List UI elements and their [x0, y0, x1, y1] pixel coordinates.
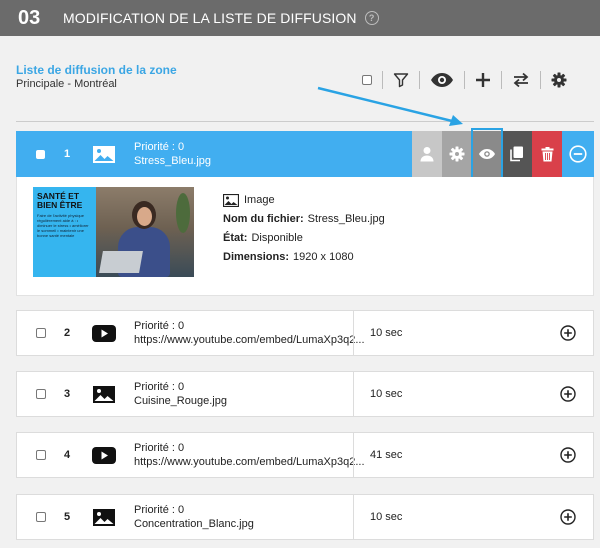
toolbar-divider [382, 71, 383, 89]
item-duration: 10 sec [353, 311, 402, 355]
item-number: 5 [64, 511, 71, 523]
item-actions [412, 128, 594, 179]
video-icon [92, 323, 118, 343]
plus-circle-icon[interactable] [560, 509, 576, 525]
plus-circle-icon[interactable] [560, 447, 576, 463]
item-number: 4 [64, 449, 71, 461]
image-icon [92, 144, 118, 164]
item-name: Stress_Bleu.jpg [134, 155, 212, 167]
toolbar-divider [540, 71, 541, 89]
thumbnail-title: BIEN ÊTRE [37, 200, 83, 210]
user-icon[interactable] [412, 131, 442, 177]
plus-icon[interactable] [475, 66, 491, 94]
video-icon [92, 445, 118, 465]
photo-laptop [99, 251, 143, 273]
item-text: Priorité : 0 https://www.youtube.com/emb… [134, 441, 365, 469]
thumbnail-banner: SANTÉ ET BIEN ÊTRE Faire de l'activité ph… [33, 187, 96, 277]
filename-value: Stress_Bleu.jpg [307, 213, 385, 225]
step-number: 03 [18, 6, 41, 29]
item-duration: 10 sec [353, 495, 402, 539]
list-toolbar [362, 66, 567, 94]
item-text: Priorité : 0 Stress_Bleu.jpg [134, 140, 211, 168]
image-icon [92, 384, 118, 404]
thumbnail-text: Faire de l'activité physique régulièreme… [37, 213, 89, 238]
meta-state: État: Disponible [223, 229, 385, 248]
gear-icon[interactable] [442, 131, 472, 177]
meta-filename: Nom du fichier: Stress_Bleu.jpg [223, 210, 385, 229]
select-all-checkbox[interactable] [362, 66, 372, 94]
zone-title: Liste de diffusion de la zone [16, 63, 177, 77]
list-item-active[interactable]: 1 Priorité : 0 Stress_Bleu.jpg [16, 128, 594, 179]
list-item[interactable]: 5 Priorité : 0 Concentration_Blanc.jpg 1… [16, 494, 594, 540]
filename-label: Nom du fichier: [223, 213, 304, 225]
question-circle-icon[interactable]: ? [364, 11, 379, 25]
gear-icon[interactable] [551, 66, 567, 94]
plus-circle-icon[interactable] [560, 325, 576, 341]
media-type-label: Image [244, 194, 275, 206]
thumbnail-photo [96, 187, 194, 277]
item-text: Priorité : 0 https://www.youtube.com/emb… [134, 319, 365, 347]
state-value: Disponible [251, 232, 303, 244]
photo-person [137, 207, 152, 226]
item-checkbox[interactable] [36, 512, 46, 522]
toolbar-divider [501, 71, 502, 89]
zone-subtitle: Principale - Montréal [16, 78, 117, 90]
meta-dimensions: Dimensions: 1920 x 1080 [223, 248, 385, 267]
toolbar-divider [464, 71, 465, 89]
item-name: Concentration_Blanc.jpg [134, 518, 254, 530]
item-priority: Priorité : 0 [134, 442, 185, 454]
item-priority: Priorité : 0 [134, 504, 185, 516]
item-checkbox[interactable] [36, 389, 46, 399]
page-header: 03 MODIFICATION DE LA LISTE DE DIFFUSION… [0, 0, 600, 36]
item-priority: Priorité : 0 [134, 320, 185, 332]
filter-icon[interactable] [393, 66, 409, 94]
preview-button[interactable] [471, 128, 503, 179]
highlight-box [471, 128, 503, 179]
item-name: https://www.youtube.com/embed/LumaXp3q2.… [134, 456, 365, 468]
item-name: Cuisine_Rouge.jpg [134, 395, 227, 407]
item-priority: Priorité : 0 [134, 141, 185, 153]
state-label: État: [223, 232, 248, 244]
toolbar-divider [419, 71, 420, 89]
item-name: https://www.youtube.com/embed/LumaXp3q2.… [134, 334, 365, 346]
item-duration: 41 sec [353, 433, 402, 477]
trash-icon[interactable] [532, 131, 562, 177]
list-item[interactable]: 3 Priorité : 0 Cuisine_Rouge.jpg 10 sec [16, 371, 594, 417]
item-number: 3 [64, 388, 71, 400]
item-number: 1 [64, 148, 71, 160]
item-checkbox[interactable] [36, 328, 46, 338]
list-item[interactable]: 2 Priorité : 0 https://www.youtube.com/e… [16, 310, 594, 356]
media-details: Image Nom du fichier: Stress_Bleu.jpg Éta… [223, 191, 385, 267]
image-icon [92, 507, 118, 527]
copy-icon[interactable] [502, 131, 532, 177]
item-duration: 10 sec [353, 372, 402, 416]
eye-icon[interactable] [430, 66, 454, 94]
dimensions-value: 1920 x 1080 [293, 251, 354, 263]
media-type: Image [223, 191, 385, 210]
photo-plant [176, 193, 190, 233]
item-priority: Priorité : 0 [134, 381, 185, 393]
item-number: 2 [64, 327, 71, 339]
section-divider [16, 121, 594, 122]
swap-icon[interactable] [512, 66, 530, 94]
plus-circle-icon[interactable] [560, 386, 576, 402]
item-checkbox[interactable] [36, 149, 45, 159]
list-item[interactable]: 4 Priorité : 0 https://www.youtube.com/e… [16, 432, 594, 478]
dimensions-label: Dimensions: [223, 251, 290, 263]
image-icon [223, 194, 239, 207]
item-text: Priorité : 0 Concentration_Blanc.jpg [134, 503, 254, 531]
item-detail-panel: SANTÉ ET BIEN ÊTRE Faire de l'activité ph… [16, 177, 594, 296]
item-text: Priorité : 0 Cuisine_Rouge.jpg [134, 380, 227, 408]
minus-circle-icon[interactable] [562, 131, 594, 177]
item-checkbox[interactable] [36, 450, 46, 460]
page-title: MODIFICATION DE LA LISTE DE DIFFUSION [63, 10, 357, 26]
media-thumbnail[interactable]: SANTÉ ET BIEN ÊTRE Faire de l'activité ph… [33, 187, 194, 277]
